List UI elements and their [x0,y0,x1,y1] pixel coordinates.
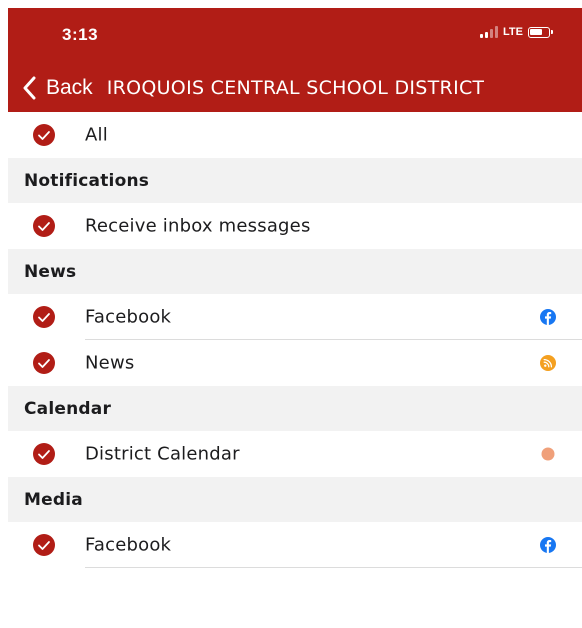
section-title: Media [24,489,83,510]
list-item-all[interactable]: All [8,112,582,158]
section-header-media: Media [8,477,582,522]
checkmark-circle-icon[interactable] [33,215,55,237]
list-item-label: News [85,352,135,374]
list-item-district-calendar[interactable]: District Calendar [8,431,582,477]
section-title: Calendar [24,398,112,419]
list-item-media-facebook[interactable]: Facebook [8,522,582,568]
facebook-icon [540,309,556,325]
settings-list: All Notifications Receive inbox messages… [8,112,582,568]
section-title: Notifications [24,170,150,191]
list-item-receive-inbox-messages[interactable]: Receive inbox messages [8,203,582,249]
list-item-news-news[interactable]: News [8,340,582,386]
list-item-label: All [85,124,108,146]
checkmark-circle-icon[interactable] [33,124,55,146]
rss-icon [540,355,556,371]
status-bar: 3:13 LTE [8,8,582,60]
chevron-left-icon [23,76,36,100]
facebook-icon [540,537,556,553]
checkmark-circle-icon[interactable] [33,352,55,374]
checkmark-circle-icon[interactable] [33,306,55,328]
list-item-label: Receive inbox messages [85,215,311,237]
status-indicators: LTE [480,26,553,38]
section-header-notifications: Notifications [8,158,582,203]
status-time: 3:13 [62,25,99,44]
checkmark-circle-icon[interactable] [33,534,55,556]
list-item-news-facebook[interactable]: Facebook [8,294,582,340]
list-item-label: Facebook [85,534,172,556]
signal-strength-icon [480,26,499,38]
battery-icon [528,26,553,38]
list-item-label: Facebook [85,306,172,328]
section-header-calendar: Calendar [8,386,582,431]
calendar-color-dot-icon [541,447,555,461]
section-header-news: News [8,249,582,294]
list-item-label: District Calendar [85,443,240,465]
section-title: News [24,261,77,282]
checkmark-circle-icon[interactable] [33,443,55,465]
back-button[interactable]: Back [22,76,93,100]
row-divider [85,567,582,568]
back-label: Back [46,76,93,99]
screen: 3:13 LTE Back IROQUOIS CENTRAL SCHOOL DI… [0,0,582,628]
page-title: IROQUOIS CENTRAL SCHOOL DISTRICT [106,77,485,99]
header-bar: 3:13 LTE Back IROQUOIS CENTRAL SCHOOL DI… [8,8,582,112]
navigation-bar: Back IROQUOIS CENTRAL SCHOOL DISTRICT [8,64,582,112]
network-type-label: LTE [503,26,523,38]
